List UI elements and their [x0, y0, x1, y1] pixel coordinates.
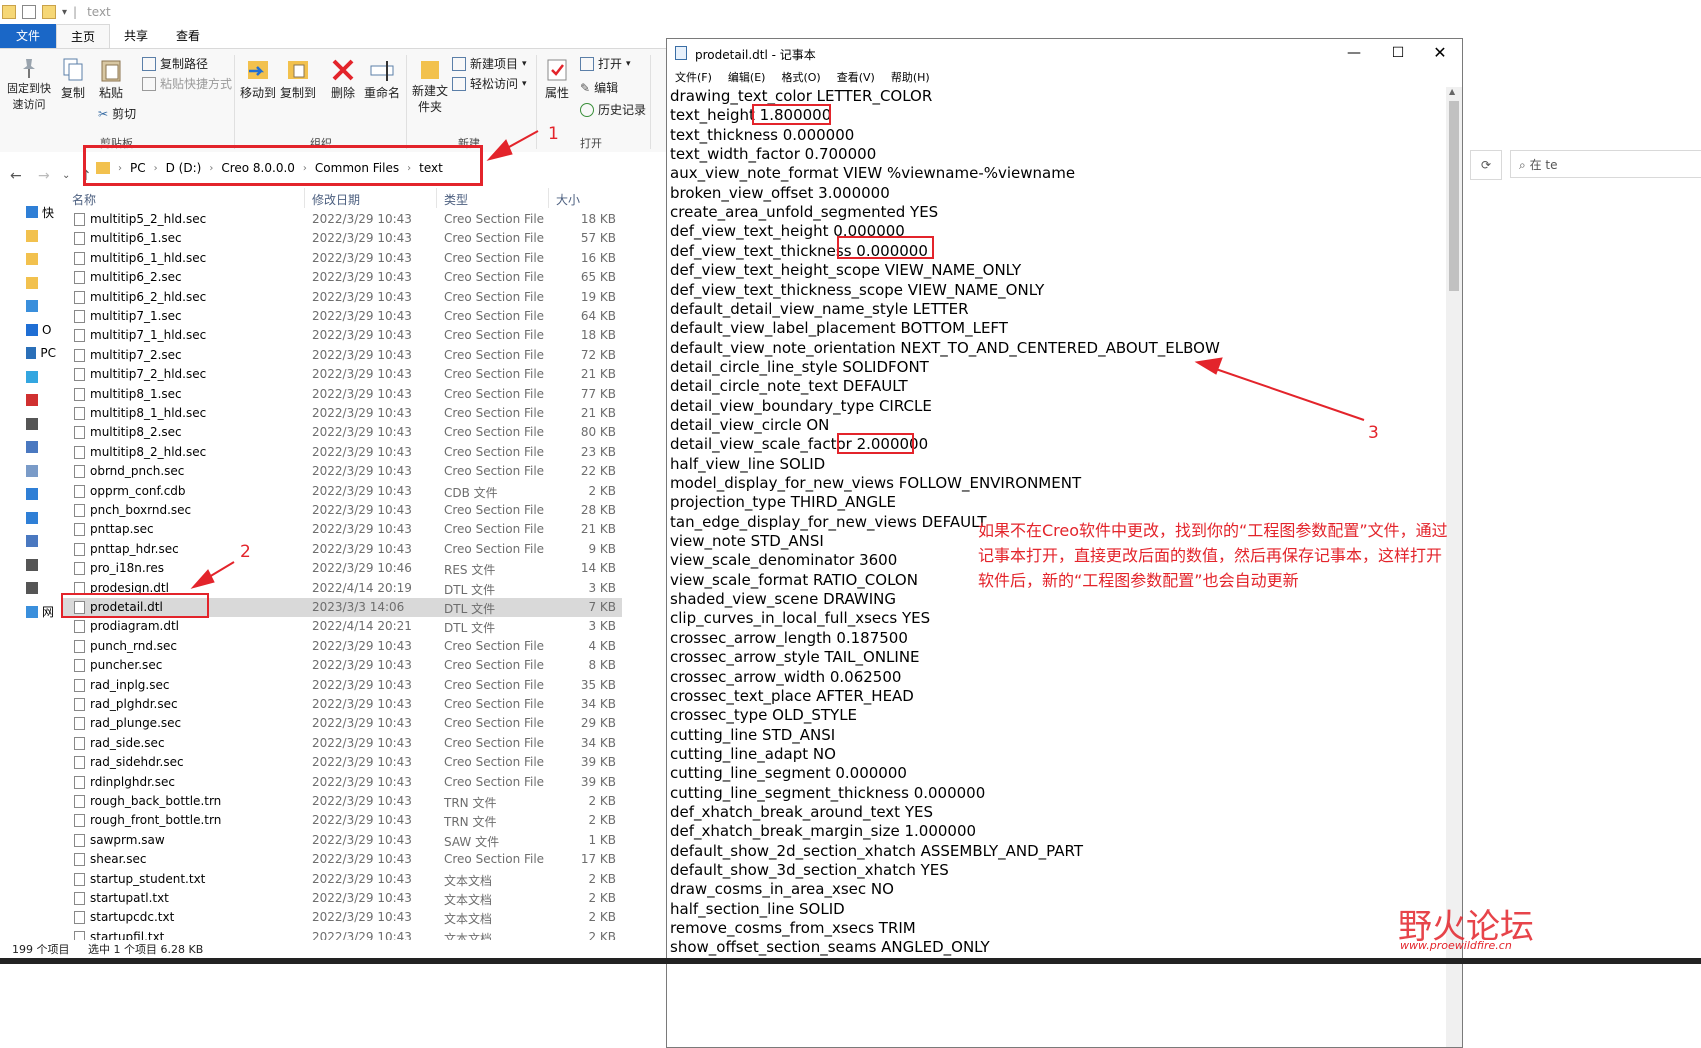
arrow-3-shaft — [1209, 366, 1365, 421]
watermark-url: www.proewildfire.cn — [1400, 939, 1512, 952]
arrow-2-head — [190, 569, 215, 589]
annotation-number-1: 1 — [548, 124, 559, 144]
annotation-note: 如果不在Creo软件中更改，找到你的“工程图参数配置”文件，通过记事本打开，直接… — [978, 521, 1448, 590]
watermark-logo: 野火论坛 www.proewildfire.cn — [1398, 895, 1558, 955]
taskbar-edge — [0, 958, 1701, 964]
arrow-3-head — [1194, 357, 1223, 375]
annotation-number-2: 2 — [240, 542, 251, 562]
annotation-number-3: 3 — [1368, 423, 1379, 443]
arrow-1-head — [486, 139, 513, 161]
